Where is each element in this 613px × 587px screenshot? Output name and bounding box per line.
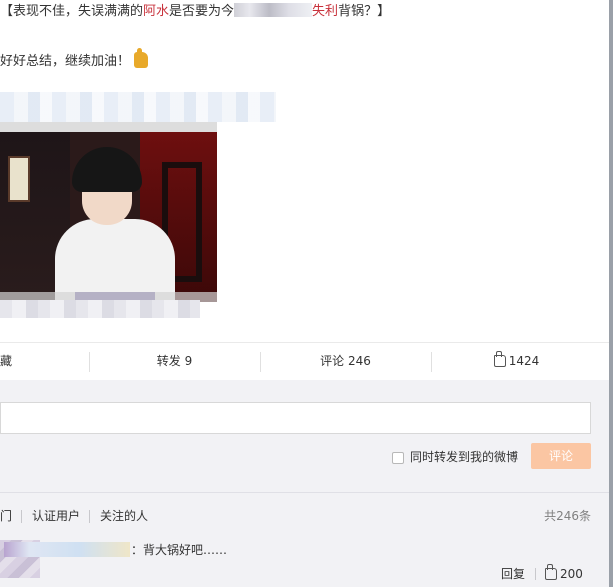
comment-section: 同时转发到我的微博 评论 门 认证用户 关注的人 共246条 ：背大锅好吧…… … xyxy=(0,380,613,587)
comment-like-count: 200 xyxy=(560,567,583,581)
blurred-text xyxy=(234,3,313,17)
filter-verified[interactable]: 认证用户 xyxy=(32,507,80,525)
headline-emphasis: 失利 xyxy=(312,4,339,19)
comment-text: ：背大锅好吧…… xyxy=(131,543,228,557)
headline-suffix: 背锅？】 xyxy=(338,4,391,19)
person-figure xyxy=(55,147,175,302)
blurred-username xyxy=(4,542,130,557)
headline-prefix: 【表现不佳，失误满满的 xyxy=(0,4,144,19)
divider xyxy=(21,510,22,523)
collect-button[interactable]: 藏 xyxy=(0,343,89,381)
headline-mid: 是否要为今 xyxy=(169,4,235,19)
reply-button[interactable]: 回复 xyxy=(501,565,525,583)
comment-item: ：背大锅好吧…… 回复 200 xyxy=(0,540,613,587)
like-count: 1424 xyxy=(508,354,540,368)
post-headline: 【表现不佳，失误满满的阿水是否要为今 失利背锅？】 xyxy=(0,3,390,21)
repost-checkbox[interactable] xyxy=(392,452,404,464)
wooden-sign xyxy=(8,156,30,202)
thumbs-up-emoji-icon xyxy=(134,48,149,68)
collect-label: 藏 xyxy=(0,354,13,368)
thumbs-up-icon xyxy=(493,351,506,367)
repost-checkbox-label: 同时转发到我的微博 xyxy=(410,450,519,464)
repost-label: 转发 9 xyxy=(156,354,193,368)
comment-input[interactable] xyxy=(0,402,591,434)
action-bar: 藏 转发 9 评论 246 1424 xyxy=(0,342,613,380)
divider xyxy=(89,510,90,523)
post-body: 好好总结，继续加油！ xyxy=(0,48,149,71)
comment-filters: 门 认证用户 关注的人 共246条 xyxy=(0,492,613,540)
blurred-caption xyxy=(0,300,200,318)
comment-button[interactable]: 评论 246 xyxy=(260,343,431,381)
repost-button[interactable]: 转发 9 xyxy=(89,343,260,381)
thumbs-up-icon xyxy=(545,564,557,580)
headline-name-link[interactable]: 阿水 xyxy=(143,4,169,19)
like-button[interactable]: 1424 xyxy=(431,343,602,381)
post-image[interactable] xyxy=(0,122,217,302)
scrollbar[interactable] xyxy=(609,0,613,587)
filter-following[interactable]: 关注的人 xyxy=(100,507,148,525)
post-card: 【表现不佳，失误满满的阿水是否要为今 失利背锅？】 好好总结，继续加油！ 藏 转发… xyxy=(0,0,613,380)
blurred-link xyxy=(0,92,276,122)
comment-count: 共246条 xyxy=(544,509,591,523)
filter-hot[interactable]: 门 xyxy=(0,507,12,525)
comment-label: 评论 246 xyxy=(320,354,371,368)
divider xyxy=(535,568,536,580)
post-body-text: 好好总结，继续加油！ xyxy=(0,54,131,69)
submit-comment-button[interactable]: 评论 xyxy=(531,443,591,469)
comment-like-button[interactable]: 200 xyxy=(545,564,583,583)
